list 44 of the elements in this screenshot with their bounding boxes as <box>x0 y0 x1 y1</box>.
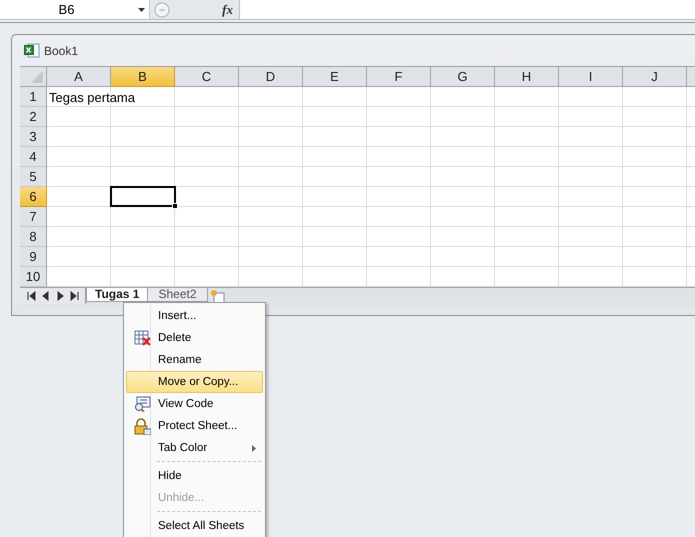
workbook-icon <box>24 43 40 58</box>
column-header[interactable]: B <box>111 67 175 87</box>
menu-item[interactable]: Tab Color <box>126 437 263 459</box>
menu-item[interactable]: Protect Sheet... <box>126 415 263 437</box>
menu-item[interactable]: Delete <box>126 327 263 349</box>
column-header[interactable]: H <box>495 67 559 87</box>
row-header[interactable]: 5 <box>20 167 47 187</box>
view-code-icon <box>134 396 151 412</box>
previous-sheet-icon[interactable] <box>40 290 51 302</box>
workbook-title: Book1 <box>44 44 78 58</box>
sheet-tab[interactable]: Tugas 1 <box>86 288 148 302</box>
row-header[interactable]: 8 <box>20 227 47 247</box>
row-header[interactable]: 2 <box>20 107 47 127</box>
column-header[interactable]: C <box>175 67 239 87</box>
column-header[interactable]: G <box>431 67 495 87</box>
row-header[interactable]: 9 <box>20 247 47 267</box>
sheet-tab[interactable]: Sheet2 <box>147 288 208 302</box>
column-header[interactable]: F <box>367 67 431 87</box>
lock-icon <box>134 418 151 434</box>
column-header[interactable]: J <box>623 67 687 87</box>
column-header[interactable]: D <box>239 67 303 87</box>
menu-item[interactable]: View Code <box>126 393 263 415</box>
menu-item[interactable]: Insert... <box>126 305 263 327</box>
delete-sheet-icon <box>134 330 151 346</box>
menu-item[interactable]: Move or Copy... <box>126 371 263 393</box>
row-header[interactable]: 7 <box>20 207 47 227</box>
active-cell[interactable] <box>110 186 176 207</box>
expand-handle-icon[interactable] <box>154 2 170 18</box>
cell-text: Tegas pertama <box>49 90 135 104</box>
menu-item[interactable]: Hide <box>126 465 263 487</box>
last-sheet-icon[interactable] <box>68 290 79 302</box>
column-header[interactable]: E <box>303 67 367 87</box>
row-header[interactable]: 6 <box>20 187 47 207</box>
row-header[interactable]: 4 <box>20 147 47 167</box>
row-header[interactable]: 1 <box>20 87 47 107</box>
menu-item[interactable]: Select All Sheets <box>126 515 263 537</box>
column-header[interactable]: A <box>47 67 111 87</box>
row-header[interactable]: 10 <box>20 267 47 287</box>
dropdown-caret-icon[interactable] <box>138 8 145 12</box>
column-header[interactable]: I <box>559 67 623 87</box>
insert-function-button[interactable]: fx <box>222 2 233 18</box>
menu-item[interactable]: Rename <box>126 349 263 371</box>
row-header[interactable]: 3 <box>20 127 47 147</box>
first-sheet-icon[interactable] <box>26 290 37 302</box>
